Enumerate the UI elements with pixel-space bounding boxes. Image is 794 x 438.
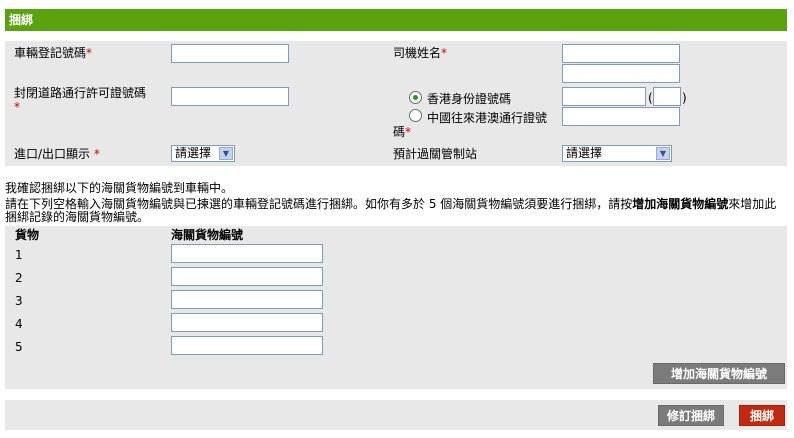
driver-name-input[interactable]: [562, 44, 680, 63]
chevron-down-icon: ▼: [656, 147, 670, 160]
goods-number-input-4[interactable]: [171, 313, 323, 332]
confirm-message: 我確認捆綁以下的海關貨物編號到車輛中。: [5, 181, 234, 195]
hkid-check-digit-input[interactable]: [653, 87, 681, 106]
vehicle-reg-label: 車輛登記號碼*: [14, 46, 93, 60]
goods-number-input-1[interactable]: [171, 244, 323, 263]
driver-name-input-2[interactable]: [562, 64, 680, 83]
action-bar: 修訂捆綁 捆綁: [5, 400, 787, 430]
closed-road-permit-label: 封閉道路通行許可證號碼 *: [14, 86, 147, 114]
vehicle-reg-input[interactable]: [171, 44, 289, 63]
page-header: 捆綁: [5, 9, 787, 31]
control-point-label: 預計過關管制站: [393, 147, 478, 161]
add-goods-button[interactable]: 增加海關貨物編號: [653, 363, 785, 384]
vehicle-form-panel: 車輛登記號碼* 司機姓名* 封閉道路通行許可證號碼 * 香港身份證號碼 ( ) 中…: [5, 41, 787, 166]
goods-row-label: 1: [15, 248, 23, 262]
china-permit-option-label: 中國往來港澳通行證號碼*: [393, 111, 548, 139]
control-point-select[interactable]: 請選擇 ▼: [562, 145, 672, 162]
goods-number-input-5[interactable]: [171, 336, 323, 355]
entry-exit-label: 進口/出口顯示 *: [14, 147, 100, 161]
goods-panel: 貨物 海關貨物編號 1 2 3 4 5 增加海關貨物編號: [5, 226, 787, 389]
goods-number-input-3[interactable]: [171, 290, 323, 309]
entry-exit-select[interactable]: 請選擇 ▼: [171, 145, 235, 162]
goods-row-label: 5: [15, 340, 23, 354]
hkid-option-label: 香港身份證號碼: [427, 92, 512, 106]
goods-row-label: 4: [15, 317, 23, 331]
page-title: 捆綁: [9, 13, 34, 27]
bind-button[interactable]: 捆綁: [739, 405, 785, 426]
goods-row-label: 2: [15, 271, 23, 285]
instruction-message: 請在下列空格輸入海關貨物編號與已揀選的車輛登記號碼進行捆綁。如你有多於 5 個海…: [5, 197, 777, 224]
driver-name-label: 司機姓名*: [393, 46, 448, 60]
china-permit-input[interactable]: [562, 107, 680, 126]
goods-number-input-2[interactable]: [171, 267, 323, 286]
hkid-number-input[interactable]: [562, 87, 646, 106]
chevron-down-icon: ▼: [219, 147, 233, 160]
goods-row-label: 3: [15, 294, 23, 308]
closed-road-permit-input[interactable]: [171, 87, 289, 106]
hkid-radio[interactable]: [409, 91, 422, 104]
amend-binding-button[interactable]: 修訂捆綁: [658, 405, 724, 426]
goods-item-header: 貨物: [15, 228, 40, 242]
instruction-link-text: 增加海關貨物編號: [632, 197, 729, 211]
hkid-close-paren: ): [682, 91, 687, 105]
hkid-open-paren: (: [648, 91, 653, 105]
goods-number-header: 海關貨物編號: [171, 228, 244, 242]
